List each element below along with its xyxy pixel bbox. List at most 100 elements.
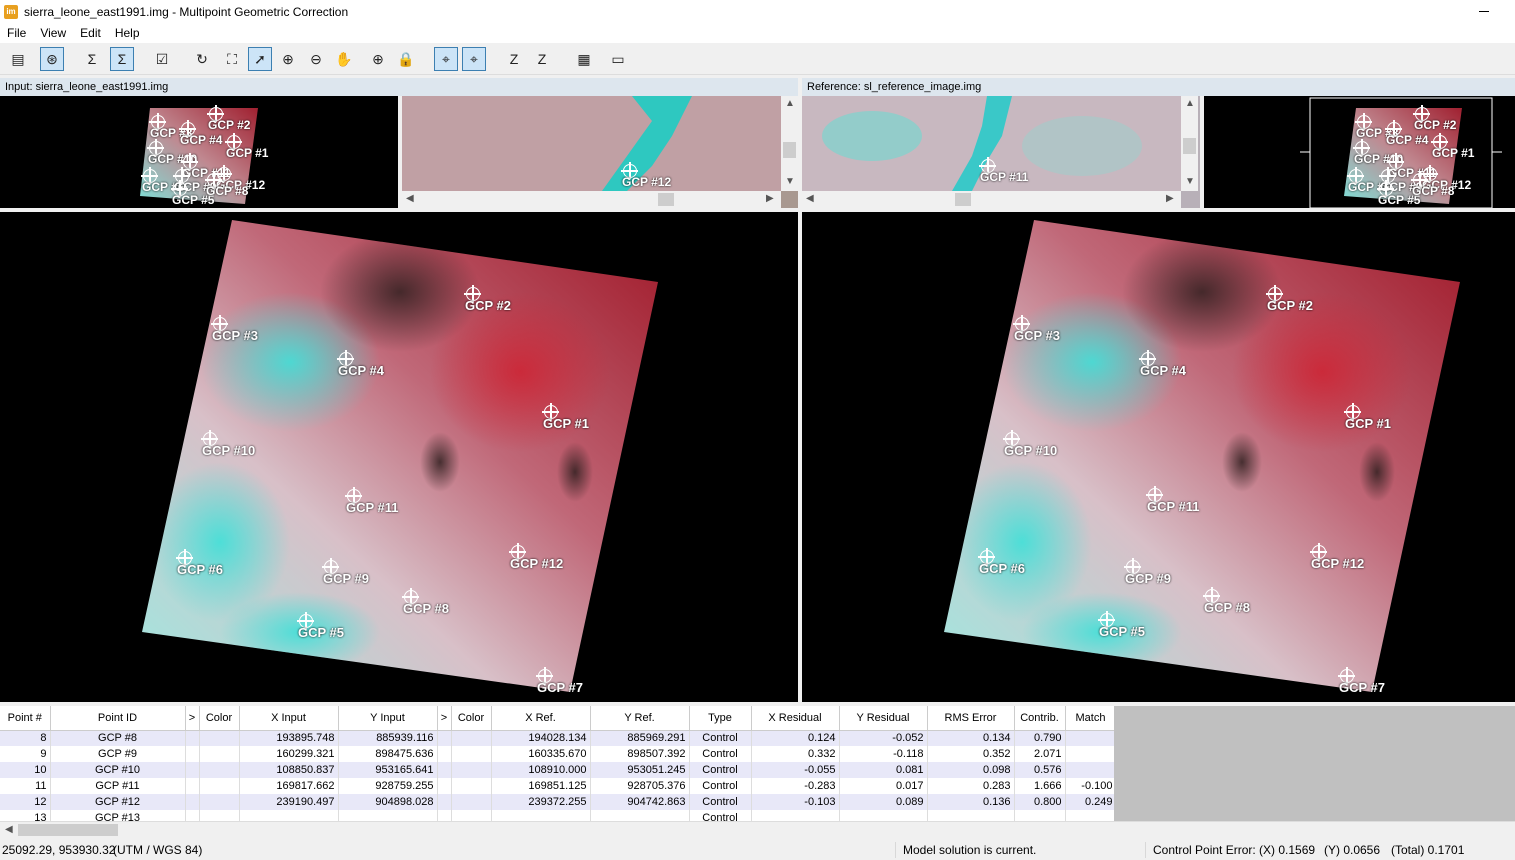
table-cell[interactable]: Control bbox=[689, 778, 752, 794]
zoom-in-icon[interactable]: ⊕ bbox=[276, 47, 300, 71]
table-cell[interactable] bbox=[199, 778, 240, 794]
table-cell[interactable]: -0.052 bbox=[839, 730, 928, 746]
z-compute-icon[interactable]: Z bbox=[530, 47, 554, 71]
table-cell[interactable]: 108910.000 bbox=[491, 762, 591, 778]
table-cell[interactable]: 0.283 bbox=[927, 778, 1015, 794]
table-cell[interactable]: 11 bbox=[0, 778, 51, 794]
find-point-icon[interactable]: ⌖ bbox=[434, 47, 458, 71]
table-cell[interactable]: 239372.255 bbox=[491, 794, 591, 810]
table-cell[interactable]: 0.136 bbox=[927, 794, 1015, 810]
zoom-out-icon[interactable]: ⊖ bbox=[304, 47, 328, 71]
table-cell[interactable]: 0.089 bbox=[839, 794, 928, 810]
reference-zoom-view[interactable]: GCP #11 ▲ ▼ ◀ ▶ bbox=[802, 96, 1200, 208]
table-cell[interactable]: GCP #9 bbox=[50, 746, 186, 762]
table-cell[interactable] bbox=[185, 794, 200, 810]
check-icon[interactable]: ☑ bbox=[150, 47, 174, 71]
table-cell[interactable]: GCP #10 bbox=[50, 762, 186, 778]
table-cell[interactable] bbox=[199, 810, 240, 821]
table-cell[interactable] bbox=[451, 730, 492, 746]
table-cell[interactable]: 160299.321 bbox=[239, 746, 339, 762]
menu-file[interactable]: File bbox=[0, 26, 33, 40]
refresh-icon[interactable]: ↻ bbox=[190, 47, 214, 71]
table-cell[interactable]: 904742.863 bbox=[590, 794, 690, 810]
table-cell[interactable]: 898507.392 bbox=[590, 746, 690, 762]
table-cell[interactable] bbox=[839, 810, 928, 821]
table-cell[interactable]: 0.790 bbox=[1014, 730, 1066, 746]
column-header[interactable]: X Ref. bbox=[491, 706, 591, 731]
table-cell[interactable]: Control bbox=[689, 730, 752, 746]
table-icon[interactable]: ▤ bbox=[6, 47, 30, 71]
table-cell[interactable]: 0.800 bbox=[1014, 794, 1066, 810]
pan-hand-icon[interactable]: ✋ bbox=[332, 47, 356, 71]
table-cell[interactable] bbox=[1065, 746, 1117, 762]
input-main-view[interactable]: GCP #2 GCP #3 GCP #4 GCP #1 GCP #10 GCP #11 GC… bbox=[0, 212, 798, 702]
table-cell[interactable] bbox=[185, 778, 200, 794]
column-header[interactable]: Point ID bbox=[50, 706, 186, 731]
reference-main-view[interactable]: GCP #2 GCP #3 GCP #4 GCP #1 GCP #10 GCP #11 GC… bbox=[802, 212, 1515, 702]
table-cell[interactable] bbox=[751, 810, 840, 821]
table-cell[interactable]: GCP #13 bbox=[50, 810, 186, 821]
create-gcp-icon[interactable]: ⊕ bbox=[366, 47, 390, 71]
table-cell[interactable] bbox=[437, 746, 452, 762]
table-cell[interactable]: 160335.670 bbox=[491, 746, 591, 762]
table-cell[interactable] bbox=[199, 730, 240, 746]
lock-icon[interactable]: 🔒 bbox=[394, 47, 418, 71]
table-cell[interactable]: 169817.662 bbox=[239, 778, 339, 794]
table-cell[interactable] bbox=[437, 810, 452, 821]
reference-zoom-vscroll[interactable]: ▲ ▼ bbox=[1181, 96, 1198, 191]
table-cell[interactable]: GCP #8 bbox=[50, 730, 186, 746]
table-cell[interactable]: 0.332 bbox=[751, 746, 840, 762]
select-arrow-icon[interactable]: ➚ bbox=[248, 47, 272, 71]
table-row[interactable]: 11 GCP #11 169817.662 928759.255 169851.125 9… bbox=[0, 778, 1117, 794]
table-cell[interactable]: -0.100 bbox=[1065, 778, 1117, 794]
table-cell[interactable]: 0.098 bbox=[927, 762, 1015, 778]
reference-overview-view[interactable]: GCP #2 GCP #3 GCP #4 GCP #1 GCP #10 GCP #11 GC… bbox=[1204, 96, 1515, 208]
auto-calc-icon[interactable]: Σ bbox=[110, 47, 134, 71]
table-cell[interactable]: 928705.376 bbox=[590, 778, 690, 794]
fit-icon[interactable]: ⛶ bbox=[220, 47, 244, 71]
table-cell[interactable]: Control bbox=[689, 746, 752, 762]
table-cell[interactable]: 0.249 bbox=[1065, 794, 1117, 810]
column-header[interactable]: Y Input bbox=[338, 706, 438, 731]
table-cell[interactable]: Control bbox=[689, 794, 752, 810]
z-icon[interactable]: Z bbox=[502, 47, 526, 71]
table-cell[interactable]: 0.134 bbox=[927, 730, 1015, 746]
table-cell[interactable] bbox=[185, 746, 200, 762]
table-cell[interactable]: 12 bbox=[0, 794, 51, 810]
reference-zoom-hscroll[interactable]: ◀ ▶ bbox=[802, 191, 1181, 208]
table-cell[interactable] bbox=[199, 762, 240, 778]
table-cell[interactable]: Control bbox=[689, 762, 752, 778]
table-cell[interactable]: GCP #12 bbox=[50, 794, 186, 810]
input-overview-view[interactable]: GCP #2 GCP #3 GCP #4 GCP #1 GCP #10 GCP #11 GC… bbox=[0, 96, 398, 208]
column-header[interactable]: Match bbox=[1065, 706, 1117, 731]
table-row[interactable]: 9 GCP #9 160299.321 898475.636 160335.670 898… bbox=[0, 746, 1117, 762]
column-header[interactable]: Y Ref. bbox=[590, 706, 690, 731]
column-header[interactable]: Contrib. bbox=[1014, 706, 1066, 731]
column-header[interactable]: Point # bbox=[0, 706, 51, 731]
input-zoom-hscroll[interactable]: ◀ ▶ bbox=[402, 191, 781, 208]
column-header[interactable]: X Residual bbox=[751, 706, 840, 731]
table-cell[interactable]: 0.017 bbox=[839, 778, 928, 794]
table-cell[interactable]: 0.576 bbox=[1014, 762, 1066, 778]
table-cell[interactable]: 239190.497 bbox=[239, 794, 339, 810]
table-cell[interactable]: 885939.116 bbox=[338, 730, 438, 746]
table-cell[interactable]: 13 bbox=[0, 810, 51, 821]
table-cell[interactable]: 0.081 bbox=[839, 762, 928, 778]
table-row[interactable]: 10 GCP #10 108850.837 953165.641 108910.000 9… bbox=[0, 762, 1117, 778]
table-cell[interactable] bbox=[239, 810, 339, 821]
table-cell[interactable]: -0.118 bbox=[839, 746, 928, 762]
table-cell[interactable] bbox=[451, 810, 492, 821]
table-cell[interactable] bbox=[185, 730, 200, 746]
table-hscroll-thumb[interactable] bbox=[18, 824, 118, 836]
table-cell[interactable] bbox=[927, 810, 1015, 821]
table-cell[interactable] bbox=[199, 746, 240, 762]
ruler-icon[interactable]: ▭ bbox=[606, 47, 630, 71]
table-cell[interactable] bbox=[437, 794, 452, 810]
table-cell[interactable]: 10 bbox=[0, 762, 51, 778]
column-header[interactable]: > bbox=[437, 706, 452, 731]
model-properties-icon[interactable]: ⊛ bbox=[40, 47, 64, 71]
table-cell[interactable] bbox=[451, 794, 492, 810]
table-cell[interactable] bbox=[338, 810, 438, 821]
table-cell[interactable] bbox=[451, 778, 492, 794]
table-cell[interactable] bbox=[1065, 810, 1117, 821]
